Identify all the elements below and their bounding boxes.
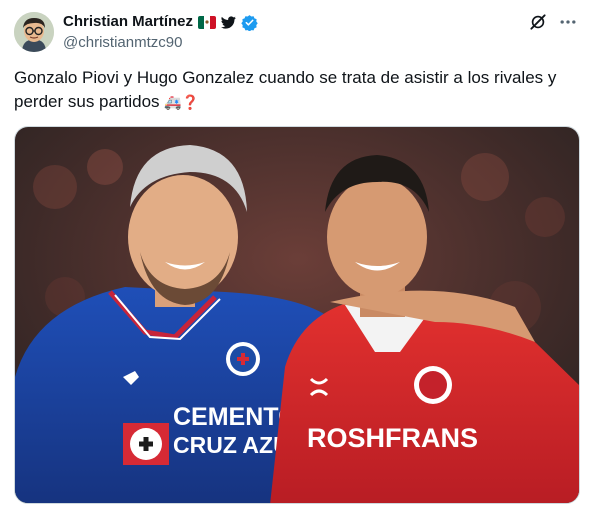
grok-icon[interactable] xyxy=(528,12,548,32)
author-handle[interactable]: @christianmtzc90 xyxy=(63,34,182,51)
more-options-icon[interactable] xyxy=(558,12,578,32)
tweet-body: Gonzalo Piovi y Hugo Gonzalez cuando se … xyxy=(14,68,557,111)
author-name[interactable]: Christian Martínez xyxy=(63,13,193,31)
verified-check-icon xyxy=(241,14,258,31)
tweet-media-photo[interactable]: CEMENTO CRUZ AZUL ROSHFRANS xyxy=(14,126,580,504)
avatar-cartoon-icon xyxy=(14,12,54,52)
right-jersey-sponsor: ROSHFRANS xyxy=(307,423,478,453)
players-photo: CEMENTO CRUZ AZUL ROSHFRANS xyxy=(15,127,579,503)
mexico-flag-icon xyxy=(198,15,217,29)
tweet-emoji: 🚑❓ xyxy=(164,94,200,110)
tweet-actions-top xyxy=(528,12,578,32)
tweet-text: Gonzalo Piovi y Hugo Gonzalez cuando se … xyxy=(14,66,584,114)
bird-icon xyxy=(221,15,236,29)
author-name-row[interactable]: Christian Martínez xyxy=(63,13,258,31)
avatar[interactable] xyxy=(14,12,54,52)
